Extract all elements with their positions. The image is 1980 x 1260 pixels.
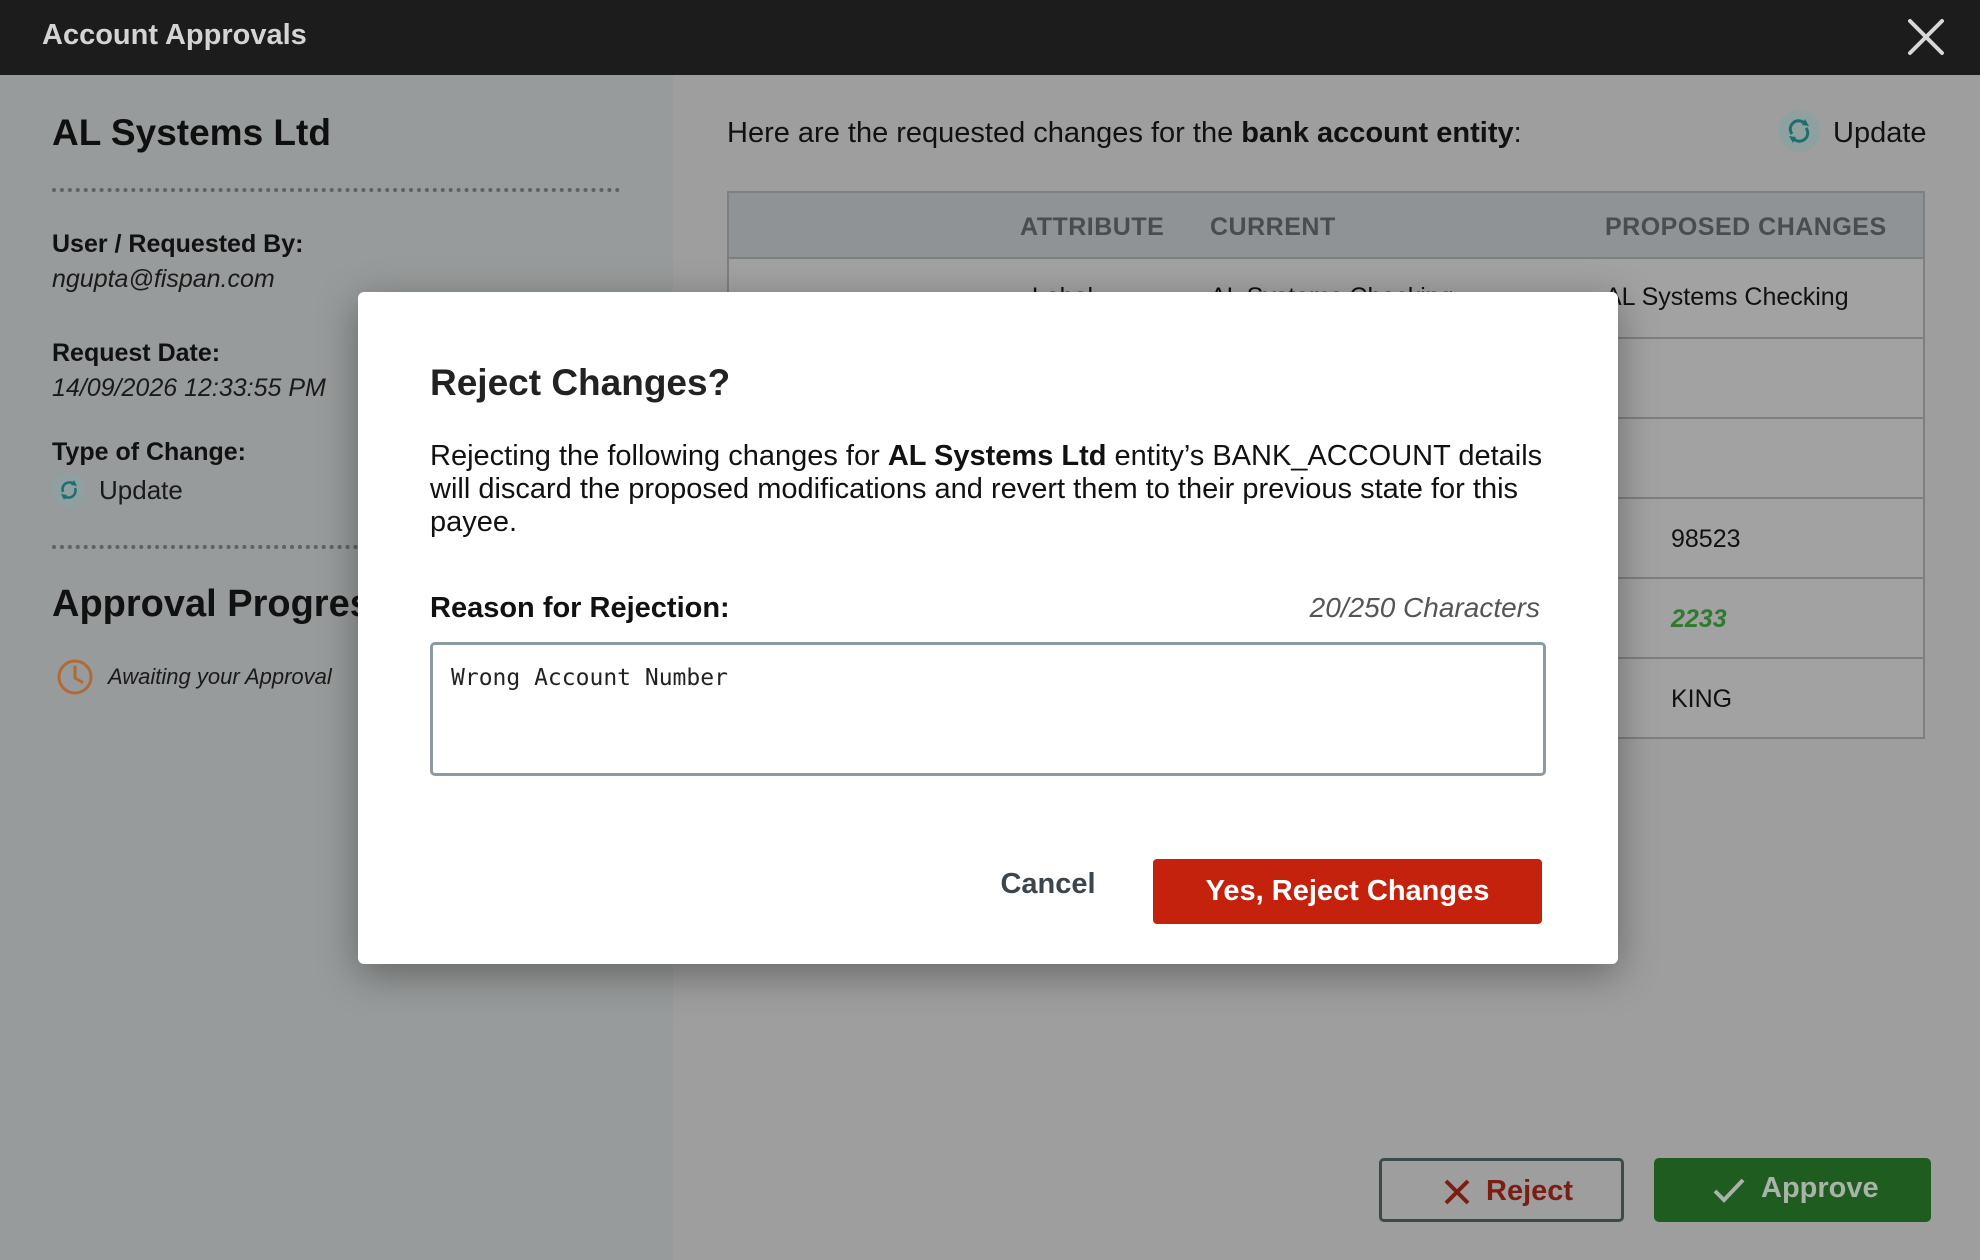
request-date-value: 14/09/2026 12:33:55 PM: [52, 374, 326, 402]
column-attribute: ATTRIBUTE: [1020, 213, 1165, 241]
approval-progress-title: Approval Progress: [52, 583, 392, 625]
dialog-message: Rejecting the following changes for AL S…: [430, 440, 1550, 539]
reject-changes-dialog: Reject Changes? Rejecting the following …: [358, 292, 1618, 964]
intro-text: Here are the requested changes for the: [727, 117, 1242, 149]
column-proposed: PROPOSED CHANGES: [1605, 213, 1887, 241]
dialog-title: Reject Changes?: [430, 362, 731, 403]
table-header: ATTRIBUTE CURRENT PROPOSED CHANGES: [729, 193, 1923, 259]
clock-icon: [57, 659, 93, 695]
checkmark-icon: [1713, 1178, 1745, 1203]
changes-intro: Here are the requested changes for the b…: [727, 117, 1522, 150]
requested-by-value: ngupta@fispan.com: [52, 265, 275, 293]
reject-button-label: Reject: [1486, 1175, 1574, 1207]
intro-entity: bank account entity: [1241, 117, 1514, 149]
type-of-change-value: Update: [99, 475, 183, 505]
requested-by-label: User / Requested By:: [52, 230, 304, 258]
approve-button-label: Approve: [1761, 1172, 1879, 1204]
approve-button[interactable]: Approve: [1654, 1158, 1931, 1222]
column-current: CURRENT: [1210, 213, 1336, 241]
divider: [52, 188, 620, 192]
proposed-cell: KING: [1671, 685, 1733, 713]
refresh-icon: [52, 473, 86, 507]
change-type-label: Update: [1833, 117, 1927, 149]
close-icon: [1444, 1179, 1470, 1205]
cancel-button[interactable]: Cancel: [978, 860, 1118, 908]
intro-suffix: :: [1513, 117, 1522, 149]
close-icon[interactable]: [1905, 16, 1947, 58]
reason-text: Wrong Account Number: [451, 665, 728, 691]
window-title: Account Approvals: [42, 19, 307, 51]
refresh-icon: [1778, 110, 1820, 152]
request-date-label: Request Date:: [52, 339, 221, 367]
reason-textarea[interactable]: Wrong Account Number: [430, 642, 1546, 776]
proposed-cell: 2233: [1671, 605, 1727, 633]
proposed-cell: 98523: [1671, 525, 1741, 553]
message-entity: AL Systems Ltd: [887, 440, 1107, 472]
company-name: AL Systems Ltd: [52, 112, 331, 153]
approval-status: Awaiting your Approval: [108, 664, 332, 689]
reject-button[interactable]: Reject: [1379, 1158, 1624, 1222]
proposed-cell: AL Systems Checking: [1605, 283, 1849, 311]
reason-label: Reason for Rejection:: [430, 592, 730, 624]
window-titlebar: Account Approvals: [0, 0, 1980, 75]
message-text: Rejecting the following changes for: [430, 440, 888, 472]
confirm-reject-button[interactable]: Yes, Reject Changes: [1153, 859, 1542, 924]
type-of-change-label: Type of Change:: [52, 438, 246, 466]
character-count: 20/250 Characters: [1309, 592, 1540, 623]
